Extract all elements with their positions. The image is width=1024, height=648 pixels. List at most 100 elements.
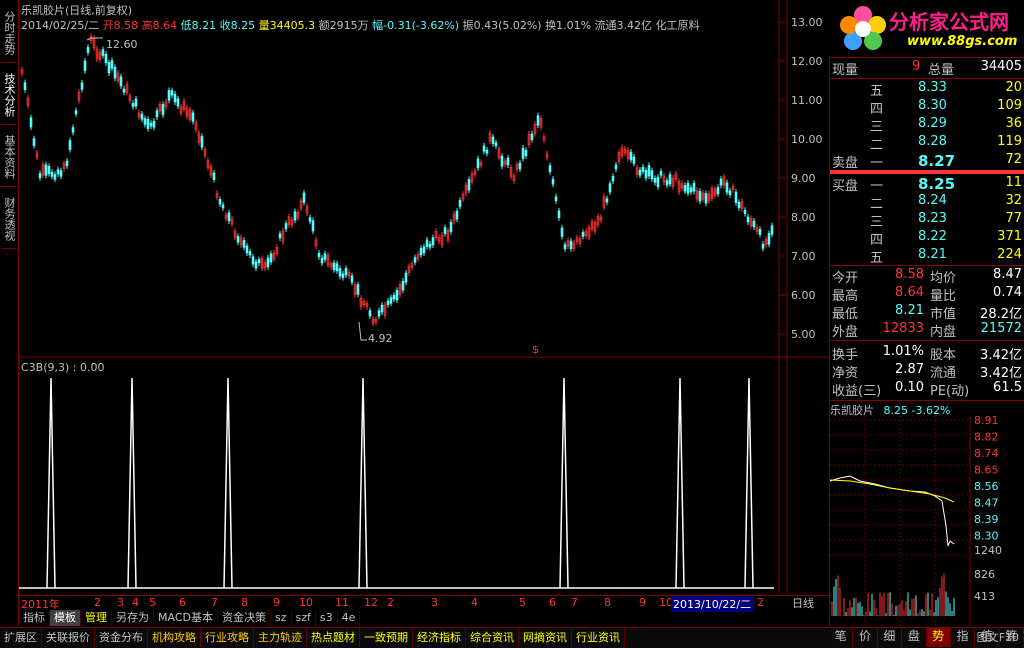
amount-label: 额 — [318, 19, 330, 32]
quote-tab-0[interactable]: 笔 — [829, 627, 854, 647]
candle-body — [131, 103, 135, 107]
candle-body — [323, 253, 327, 260]
tab-finance[interactable]: 财务透视 — [1, 190, 17, 249]
candle-body — [242, 240, 246, 248]
fund-row: 换手 1.01% 股本 3.42亿 — [832, 344, 1022, 363]
tab-intraday[interactable]: 分时走势 — [1, 4, 17, 63]
low-label: 低 — [180, 19, 192, 32]
flower-logo-icon — [840, 6, 886, 50]
candle-body — [344, 268, 348, 276]
toolbar-button-6[interactable]: sz — [271, 610, 292, 626]
candle-body — [221, 204, 225, 209]
candle-body — [530, 133, 534, 140]
bottom-toolbar-item-2[interactable]: 资金分布 — [95, 628, 148, 647]
quote-tab-3[interactable]: 盘 — [902, 627, 927, 647]
toolbar-button-4[interactable]: MACD基本 — [154, 610, 218, 626]
candle-body — [32, 138, 36, 146]
candle-body — [650, 170, 654, 180]
candle-body — [728, 190, 732, 196]
bottom-toolbar-item-0[interactable]: 扩展区 — [0, 628, 42, 647]
high-label: 高 — [141, 19, 153, 32]
period-label[interactable]: 日线 — [792, 595, 814, 611]
mini-intraday-chart[interactable]: 8.91 8.82 8.74 8.65 8.56 8.47 8.39 8.30 1240 826 4… — [829, 414, 1024, 626]
stat-label: 今开 — [832, 271, 859, 286]
tab-profile[interactable]: 基本资料 — [1, 128, 17, 187]
volume-row: 现量 9 总量 34405 — [832, 59, 1022, 78]
quote-tab-5[interactable]: 指 — [951, 627, 976, 647]
date-tick-label: 8 — [241, 596, 248, 609]
toolbar-button-8[interactable]: s3 — [316, 610, 338, 626]
bottom-toolbar-item-5[interactable]: 主力轨迹 — [254, 628, 307, 647]
candle-body — [200, 136, 204, 148]
candle-body — [704, 193, 708, 204]
candle-body — [560, 227, 564, 237]
candle-body — [68, 140, 72, 150]
toolbar-button-1[interactable]: 模板 — [50, 610, 81, 626]
toolbar-button-9[interactable]: 4e — [338, 610, 361, 626]
bottom-toolbar-item-10[interactable]: 网摘资讯 — [519, 628, 572, 647]
quote-tab-7[interactable]: 筹 — [1000, 627, 1024, 647]
indicator-chart[interactable] — [19, 358, 829, 594]
toolbar-button-7[interactable]: szf — [292, 610, 316, 626]
mini-axis-label: 8.65 — [974, 464, 999, 477]
float-label: 流通 — [594, 19, 617, 32]
candle-body — [770, 225, 774, 235]
candle-body — [251, 256, 255, 265]
candle-body — [455, 210, 459, 220]
tab-technical[interactable]: 技术分析 — [1, 66, 17, 125]
candle-body — [482, 145, 486, 152]
ask-row: 三 8.29 36 — [832, 116, 1022, 135]
divider — [830, 78, 1024, 79]
ask-price: 8.29 — [918, 116, 947, 131]
candle-body — [518, 162, 522, 170]
candle-body — [401, 280, 405, 291]
candle-body — [248, 251, 252, 256]
mini-axis-label: 8.30 — [974, 530, 999, 543]
toolbar-button-5[interactable]: 资金决策 — [218, 610, 271, 626]
candle-body — [104, 53, 108, 64]
candle-body — [161, 104, 165, 116]
candle-body — [404, 272, 408, 283]
bottom-toolbar-item-7[interactable]: 一致预期 — [360, 628, 413, 647]
quote-tab-6[interactable]: 值 — [975, 627, 1000, 647]
signal-spike — [559, 377, 569, 589]
candle-body — [422, 246, 426, 254]
quote-tab-2[interactable]: 细 — [878, 627, 903, 647]
candle-body — [50, 171, 54, 177]
ask-row: 卖盘一 8.27 72 — [832, 152, 1022, 171]
candle-body — [278, 233, 282, 239]
mini-axis-label: 1240 — [974, 544, 1002, 557]
candle-body — [647, 165, 651, 177]
bottom-toolbar-item-1[interactable]: 关联报价 — [42, 628, 95, 647]
candle-body — [269, 253, 273, 263]
toolbar-button-2[interactable]: 管理 — [81, 610, 112, 626]
bottom-toolbar-item-4[interactable]: 行业攻略 — [201, 628, 254, 647]
bottom-toolbar-item-9[interactable]: 综合资讯 — [466, 628, 519, 647]
candle-body — [155, 110, 159, 118]
candle-body — [395, 290, 399, 301]
candle-body — [767, 233, 771, 245]
bottom-toolbar-item-6[interactable]: 热点题材 — [307, 628, 360, 647]
dollar-marker-icon: $ — [532, 343, 539, 356]
stat-value: 8.21 — [895, 303, 924, 318]
bottom-toolbar-item-8[interactable]: 经济指标 — [413, 628, 466, 647]
quote-tab-4[interactable]: 势 — [926, 627, 951, 647]
candle-body — [683, 185, 687, 192]
stock-title: 乐凯胶片(日线,前复权) — [21, 2, 132, 18]
toolbar-button-0[interactable]: 指标 — [19, 610, 50, 626]
candle-body — [308, 217, 312, 222]
ask-side-label: 卖盘 — [832, 156, 859, 171]
quote-tab-1[interactable]: 价 — [853, 627, 878, 647]
stat-row: 最高 8.64 量比 0.74 — [832, 285, 1022, 304]
bid-row: 三 8.23 77 — [832, 211, 1022, 230]
toolbar-button-3[interactable]: 另存为 — [112, 610, 154, 626]
ask-vol: 109 — [997, 98, 1022, 113]
bottom-toolbar-item-3[interactable]: 机构攻略 — [148, 628, 201, 647]
candle-body — [152, 120, 156, 128]
kline-chart[interactable]: 13.00 12.00 11.00 10.00 9.00 8.00 7.00 6.00 5.00 — [19, 0, 829, 358]
ask-level-label: 一 — [870, 156, 884, 171]
candle-body — [236, 236, 240, 243]
mini-axis-label: 8.47 — [974, 497, 999, 510]
bid-row: 二 8.24 32 — [832, 193, 1022, 212]
bottom-toolbar-item-11[interactable]: 行业资讯 — [572, 628, 625, 647]
